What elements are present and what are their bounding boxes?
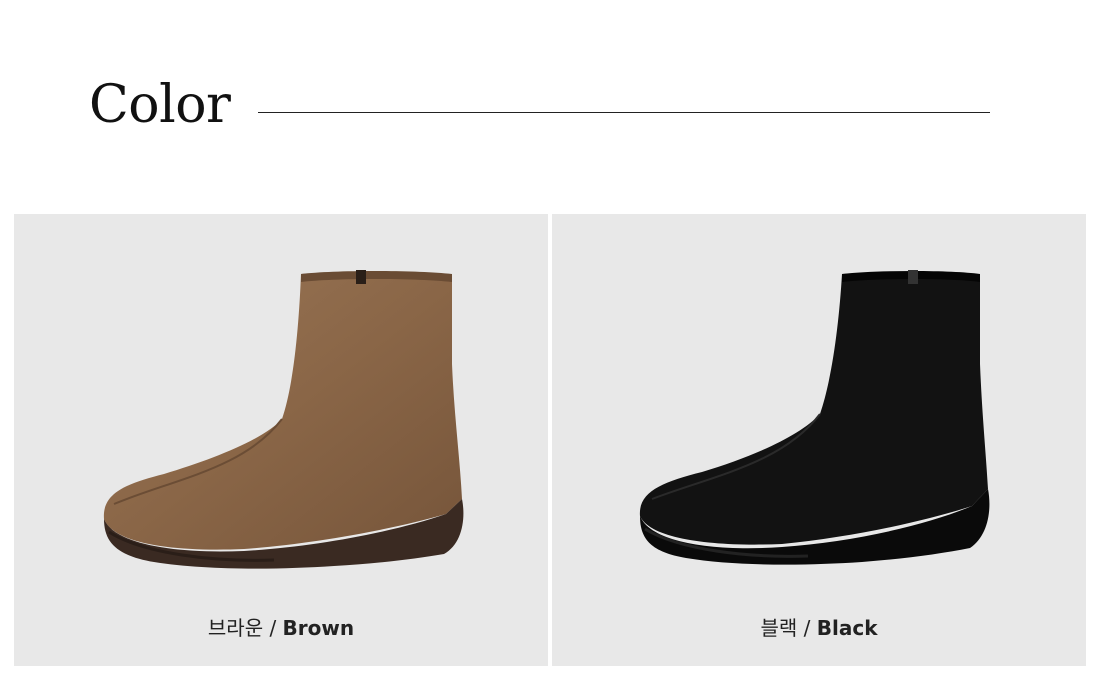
color-caption: 브라운 / Brown	[14, 612, 548, 641]
color-name-ko: 블랙	[760, 616, 798, 640]
section-title: Color	[89, 75, 231, 135]
brown-boot-image	[103, 270, 464, 569]
color-caption: 블랙 / Black	[552, 612, 1086, 641]
color-name-ko: 브라운	[207, 616, 264, 640]
color-name-en: Black	[816, 616, 878, 640]
color-option-brown: 브라운 / Brown	[14, 214, 548, 666]
section-header: Color	[0, 0, 1100, 214]
caption-separator: /	[263, 616, 283, 640]
color-option-black: 블랙 / Black	[552, 214, 1086, 666]
caption-separator: /	[797, 616, 817, 640]
color-name-en: Brown	[282, 616, 355, 640]
title-divider	[258, 112, 990, 113]
black-boot-image	[639, 270, 990, 565]
